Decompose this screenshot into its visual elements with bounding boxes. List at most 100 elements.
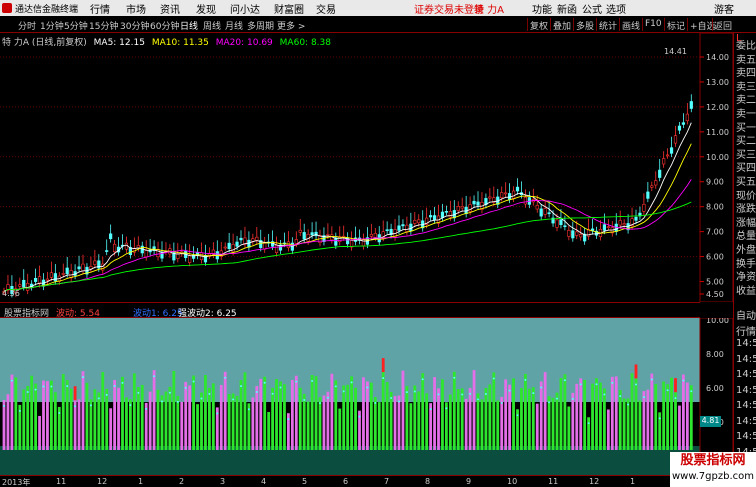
indicator-bar (251, 397, 255, 450)
period-30min[interactable]: 30分钟 (120, 19, 149, 32)
date-axis-month: 7 (384, 477, 390, 486)
indicator-bar (148, 391, 152, 450)
candle-body (239, 237, 243, 241)
menu-item-market[interactable]: 市场 (126, 1, 146, 16)
price-tick-label: 13.00 (706, 78, 729, 87)
indicator-bar (551, 397, 555, 450)
menu-item-discover[interactable]: 发现 (196, 1, 216, 16)
indicator-bar (302, 393, 306, 450)
kline-chart[interactable]: 14.00 13.00 12.00 11.00 10.00 9.00 8.00 7.00 6.0… (0, 33, 733, 302)
candle-body (685, 113, 689, 122)
menu-item-news[interactable]: 资讯 (160, 1, 180, 16)
menu-item-ask[interactable]: 问小达 (230, 1, 260, 16)
menu-item-formula[interactable]: 公式 (582, 1, 602, 16)
period-60min[interactable]: 60分钟 (150, 19, 179, 32)
indicator-bar (492, 372, 496, 450)
menu-item-options[interactable]: 选项 (606, 1, 626, 16)
indicator-bar (678, 405, 681, 450)
indicator-bar (140, 384, 144, 450)
menu-item-newsletter[interactable]: 新函 (557, 1, 577, 16)
tool-adjust[interactable]: 复权 (530, 19, 548, 32)
candle-body (33, 278, 38, 282)
period-monthly[interactable]: 月线 (225, 19, 243, 32)
indicator-dot (216, 412, 219, 415)
indicator-bar (156, 389, 160, 450)
tool-multistock[interactable]: 多股 (576, 19, 594, 32)
tool-overlay[interactable]: 叠加 (553, 19, 571, 32)
menu-item-trade[interactable]: 交易 (316, 1, 336, 16)
indicator-bar (567, 406, 571, 450)
indicator-bar (421, 373, 425, 450)
indicator-dot (674, 397, 677, 400)
indicator-dot (176, 400, 179, 403)
candle-body (504, 192, 508, 195)
candle-body (302, 232, 306, 240)
indicator-dot (627, 403, 630, 406)
candle-body (176, 253, 180, 259)
candle-body (646, 191, 650, 199)
tool-f10[interactable]: F10 (645, 19, 662, 29)
period-multi[interactable]: 多周期 (247, 19, 274, 32)
candle-body (579, 234, 583, 238)
indicator-dot (516, 414, 519, 417)
period-intraday[interactable]: 分时 (18, 19, 36, 32)
indicator-dot (295, 380, 298, 383)
indicator-bar (290, 379, 294, 450)
indicator-dot (477, 398, 479, 401)
menu-item-quotes[interactable]: 行情 (90, 1, 110, 16)
indicator-bar (10, 374, 14, 450)
period-weekly[interactable]: 周线 (203, 19, 221, 32)
indicator-dot (200, 397, 203, 400)
indicator-bar (366, 381, 369, 450)
indicator-bar (662, 381, 666, 450)
indicator-dot (192, 380, 195, 383)
toolbar-divider (596, 18, 597, 31)
date-axis-month: 12 (589, 477, 600, 486)
menu-item-function[interactable]: 功能 (532, 1, 552, 16)
indicator-dot (421, 378, 424, 381)
indicator-dot (603, 393, 606, 396)
tool-draw[interactable]: 画线 (622, 19, 640, 32)
indicator-bar (306, 401, 310, 450)
tool-back[interactable]: 返回 (714, 19, 732, 32)
tool-mark[interactable]: 标记 (667, 19, 685, 32)
candle-body (658, 169, 662, 178)
indicator-dot (587, 422, 590, 425)
indicator-bar (271, 387, 274, 450)
indicator-bar (223, 371, 227, 450)
candle-body (634, 216, 638, 221)
indicator-bar (322, 395, 326, 450)
indicator-bar (6, 394, 10, 450)
indicator-bar (571, 392, 575, 450)
indicator-bar (346, 384, 350, 450)
indicator-bar (520, 388, 523, 450)
period-more[interactable]: 更多 > (277, 19, 305, 32)
indicator-dot (263, 381, 266, 384)
indicator-dot (26, 390, 29, 393)
tool-stats[interactable]: 统计 (599, 19, 617, 32)
period-daily[interactable]: 日线 (180, 19, 198, 32)
indicator-dot (445, 407, 448, 410)
indicator-dot (461, 393, 464, 396)
indicator-dot (240, 385, 242, 388)
tick-time-label: 14:56 (736, 369, 756, 380)
low-annotation: 4.36 (2, 289, 20, 298)
price-tick-label: 10.00 (706, 153, 729, 162)
tick-time-label: 14:56 (736, 353, 756, 365)
indicator-bar (674, 392, 677, 450)
period-15min[interactable]: 15分钟 (89, 19, 118, 32)
indicator-dot (690, 390, 693, 393)
indicator-bar (267, 412, 271, 450)
period-1min[interactable]: 1分钟 (40, 19, 64, 32)
indicator-bar (448, 394, 452, 450)
period-5min[interactable]: 5分钟 (64, 19, 88, 32)
indicator-dot (34, 388, 37, 391)
indicator-bar (480, 399, 484, 450)
menu-item-wealth[interactable]: 财富圈 (274, 1, 304, 16)
indicator-bar (298, 387, 302, 450)
indicator-bar (200, 392, 203, 450)
indicator-chart[interactable]: 10.008.006.004.002.00 (0, 318, 733, 475)
menu-item-guest[interactable]: 游客 (714, 1, 734, 16)
indicator-bar (666, 384, 669, 450)
indicator-dot (161, 400, 163, 403)
